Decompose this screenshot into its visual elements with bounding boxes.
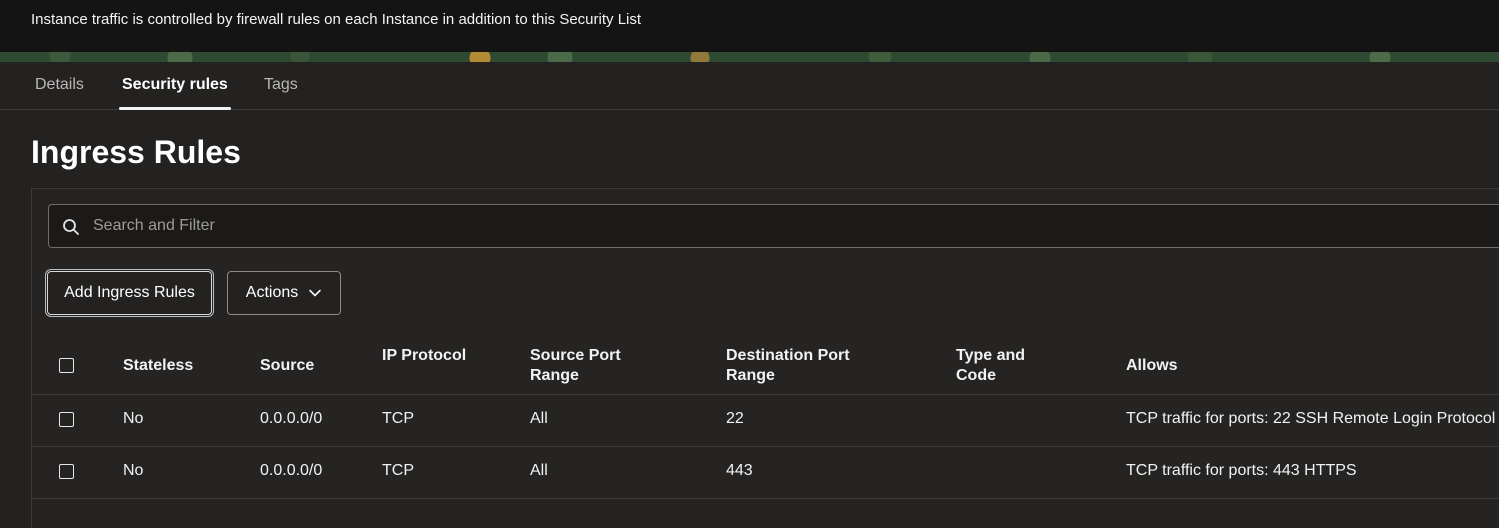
cell-source-port-range: All	[530, 462, 548, 479]
table-header-row: Stateless Source IP Protocol Source Port…	[32, 340, 1499, 395]
select-all-checkbox[interactable]	[59, 358, 74, 373]
cell-ip-protocol: TCP	[382, 410, 414, 427]
cell-ip-protocol: TCP	[382, 462, 414, 479]
tab-bar: Details Security rules Tags	[0, 62, 1499, 110]
cell-stateless: No	[123, 410, 144, 427]
cell-destination-port-range: 22	[726, 410, 744, 427]
cell-source: 0.0.0.0/0	[260, 410, 323, 427]
actions-button[interactable]: Actions	[227, 271, 341, 315]
search-icon	[63, 219, 79, 235]
table-row: No 0.0.0.0/0 TCP All 22 TCP traffic for …	[32, 395, 1499, 447]
search-input[interactable]	[91, 205, 1491, 247]
column-header-stateless[interactable]: Stateless	[123, 356, 193, 376]
column-header-destination-port-range[interactable]: Destination Port Range	[726, 346, 876, 386]
add-ingress-rules-button[interactable]: Add Ingress Rules	[47, 271, 212, 315]
column-header-source[interactable]: Source	[260, 356, 314, 376]
cell-allows: TCP traffic for ports: 443 HTTPS	[1126, 462, 1357, 479]
ingress-rules-table: Stateless Source IP Protocol Source Port…	[32, 340, 1499, 499]
actions-label: Actions	[245, 284, 299, 301]
cell-source-port-range: All	[530, 410, 548, 427]
add-ingress-rules-label: Add Ingress Rules	[64, 284, 195, 301]
info-banner: Instance traffic is controlled by firewa…	[0, 0, 1499, 52]
column-header-type-and-code[interactable]: Type and Code	[956, 346, 1046, 386]
table-row: No 0.0.0.0/0 TCP All 443 TCP traffic for…	[32, 447, 1499, 499]
row-checkbox[interactable]	[59, 412, 74, 427]
tab-security-rules[interactable]: Security rules	[119, 62, 231, 110]
page-title: Ingress Rules	[31, 134, 241, 170]
column-header-source-port-range[interactable]: Source Port Range	[530, 346, 640, 386]
chevron-down-icon	[309, 289, 322, 297]
cell-destination-port-range: 443	[726, 462, 753, 479]
cell-source: 0.0.0.0/0	[260, 462, 323, 479]
column-header-allows[interactable]: Allows	[1126, 356, 1178, 376]
tab-tags[interactable]: Tags	[264, 62, 298, 110]
cell-stateless: No	[123, 462, 144, 479]
info-banner-text: Instance traffic is controlled by firewa…	[31, 11, 642, 28]
column-header-ip-protocol[interactable]: IP Protocol	[382, 346, 472, 366]
search-box[interactable]	[48, 204, 1499, 248]
cell-allows: TCP traffic for ports: 22 SSH Remote Log…	[1126, 410, 1496, 427]
tab-details[interactable]: Details	[35, 62, 84, 110]
row-checkbox[interactable]	[59, 464, 74, 479]
